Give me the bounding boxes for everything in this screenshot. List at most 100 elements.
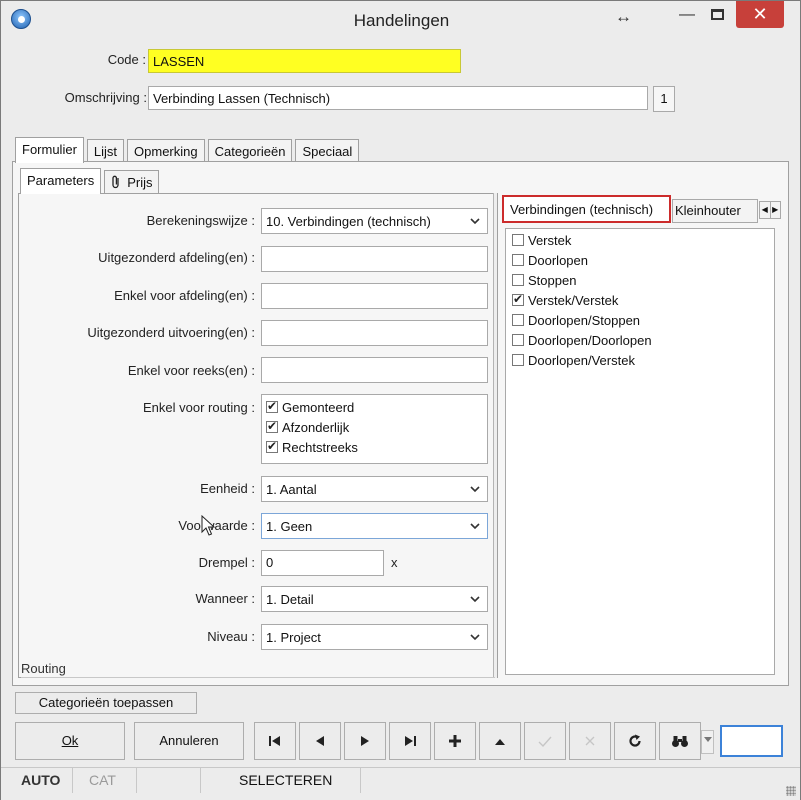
verbinding-item-label: Doorlopen/Doorlopen [528, 333, 652, 348]
maximize-button[interactable] [703, 1, 731, 28]
eenheid-label: Eenheid : [200, 481, 255, 496]
checkbox-unchecked[interactable] [512, 274, 524, 286]
next-icon [361, 736, 369, 746]
mouse-cursor-icon [201, 515, 215, 536]
uitgezonderd-afdeling-field[interactable] [261, 246, 488, 272]
wanneer-value: 1. Detail [266, 592, 314, 607]
discard-button[interactable] [569, 722, 611, 760]
first-record-button[interactable] [254, 722, 296, 760]
tab-parameters[interactable]: Parameters [20, 168, 102, 194]
add-record-button[interactable] [434, 722, 476, 760]
tab-formulier[interactable]: Formulier [15, 137, 84, 163]
routing-group-label: Routing [21, 661, 66, 676]
tab-prijs[interactable]: Prijs [104, 170, 160, 194]
niveau-value: 1. Project [266, 630, 321, 645]
sub-tab-bar: Parameters Prijs [20, 168, 162, 194]
resize-arrows-icon: ↔ [615, 7, 632, 26]
status-mode: AUTO [13, 768, 73, 793]
apply-categories-button[interactable]: Categorieën toepassen [15, 692, 197, 714]
tab-opmerking[interactable]: Opmerking [127, 139, 205, 163]
chevron-down-icon [470, 486, 480, 493]
up-triangle-icon [495, 739, 505, 745]
quick-find-input[interactable] [720, 725, 783, 757]
verbinding-item-stoppen[interactable]: Stoppen [512, 273, 576, 289]
plus-icon [449, 735, 461, 747]
uitgezonderd-uitvoering-field[interactable] [261, 320, 488, 346]
niveau-select[interactable]: 1. Project [261, 624, 488, 650]
verbinding-item-doorlopen-stoppen[interactable]: Doorlopen/Stoppen [512, 313, 640, 329]
enkel-afdeling-label: Enkel voor afdeling(en) : [114, 288, 255, 303]
verbinding-item-doorlopen-verstek[interactable]: Doorlopen/Verstek [512, 353, 635, 369]
voorwaarde-value: 1. Geen [266, 519, 313, 534]
routing-option-rechtstreeks[interactable]: Rechtstreeks [266, 439, 358, 456]
last-record-button[interactable] [389, 722, 431, 760]
panel-splitter[interactable] [493, 193, 497, 678]
routing-option-gemonteerd[interactable]: Gemonteerd [266, 399, 354, 416]
checkbox-unchecked[interactable] [512, 334, 524, 346]
tab-scroll-right-icon[interactable]: ▶ [769, 202, 781, 218]
close-button[interactable]: ✕ [736, 1, 784, 28]
maximize-icon [710, 9, 724, 20]
verbinding-item-verstek[interactable]: Verstek [512, 233, 571, 249]
title-bar: Handelingen ↔ — ✕ [1, 1, 800, 39]
routing-option-label: Afzonderlijk [282, 420, 350, 435]
tab-speciaal[interactable]: Speciaal [295, 139, 360, 163]
cancel-button[interactable]: Annuleren [134, 722, 244, 760]
checkbox-checked[interactable] [266, 399, 278, 413]
berekeningswijze-value: 10. Verbindingen (technisch) [266, 214, 431, 229]
checkbox-checked[interactable] [512, 292, 524, 306]
enkel-reeks-label: Enkel voor reeks(en) : [127, 363, 255, 378]
checkbox-unchecked[interactable] [512, 234, 524, 246]
code-label: Code : [107, 52, 146, 67]
handelingen-window: Handelingen ↔ — ✕ Code : LASSEN Omschrij… [0, 0, 801, 800]
status-bar: AUTO CAT SELECTEREN [1, 767, 800, 800]
search-button[interactable] [659, 722, 701, 760]
drempel-suffix: x [391, 555, 398, 570]
search-options-dropdown[interactable] [701, 730, 714, 754]
confirm-button[interactable] [524, 722, 566, 760]
tab-categorieen[interactable]: Categorieën [207, 139, 293, 163]
routing-option-afzonderlijk[interactable]: Afzonderlijk [266, 419, 350, 436]
cancel-button-label: Annuleren [159, 733, 219, 748]
tab-kleinhouter[interactable]: Kleinhouter [672, 199, 758, 223]
checkbox-unchecked[interactable] [512, 314, 524, 326]
binoculars-icon [672, 736, 688, 747]
previous-icon [316, 736, 324, 746]
previous-record-button[interactable] [299, 722, 341, 760]
ok-button[interactable]: Ok [15, 722, 125, 760]
verbinding-item-doorlopen[interactable]: Doorlopen [512, 253, 588, 269]
ok-button-label: Ok [61, 733, 79, 748]
description-counter: 1 [653, 86, 675, 112]
voorwaarde-select[interactable]: 1. Geen [261, 513, 488, 539]
move-up-button[interactable] [479, 722, 521, 760]
enkel-reeks-field[interactable] [261, 357, 488, 383]
minimize-button[interactable]: — [673, 1, 701, 28]
berekeningswijze-select[interactable]: 10. Verbindingen (technisch) [261, 208, 488, 234]
description-field[interactable]: Verbinding Lassen (Technisch) [148, 86, 648, 110]
enkel-routing-label: Enkel voor routing : [142, 400, 255, 415]
drempel-field[interactable]: 0 [261, 550, 384, 576]
tab-verbindingen-technisch[interactable]: Verbindingen (technisch) [502, 195, 671, 223]
enkel-afdeling-field[interactable] [261, 283, 488, 309]
checkbox-unchecked[interactable] [512, 254, 524, 266]
uitgezonderd-uitvoering-label: Uitgezonderd uitvoering(en) : [87, 325, 255, 340]
niveau-label: Niveau : [207, 629, 255, 644]
verbinding-item-label: Doorlopen [528, 253, 588, 268]
code-field[interactable]: LASSEN [148, 49, 461, 73]
tab-scroll-left-icon[interactable]: ◀ [760, 202, 770, 218]
verbinding-item-doorlopen-doorlopen[interactable]: Doorlopen/Doorlopen [512, 333, 652, 349]
eenheid-value: 1. Aantal [266, 482, 317, 497]
checkbox-checked[interactable] [266, 419, 278, 433]
refresh-button[interactable] [614, 722, 656, 760]
refresh-icon [629, 734, 641, 747]
resize-grip-icon[interactable] [786, 786, 796, 796]
wanneer-select[interactable]: 1. Detail [261, 586, 488, 612]
berekeningswijze-label: Berekeningswijze : [146, 213, 255, 228]
verbinding-item-verstek-verstek[interactable]: Verstek/Verstek [512, 292, 618, 309]
checkbox-unchecked[interactable] [512, 354, 524, 366]
checkbox-checked[interactable] [266, 439, 278, 453]
tab-lijst[interactable]: Lijst [86, 139, 125, 163]
chevron-down-icon [470, 596, 480, 603]
eenheid-select[interactable]: 1. Aantal [261, 476, 488, 502]
next-record-button[interactable] [344, 722, 386, 760]
